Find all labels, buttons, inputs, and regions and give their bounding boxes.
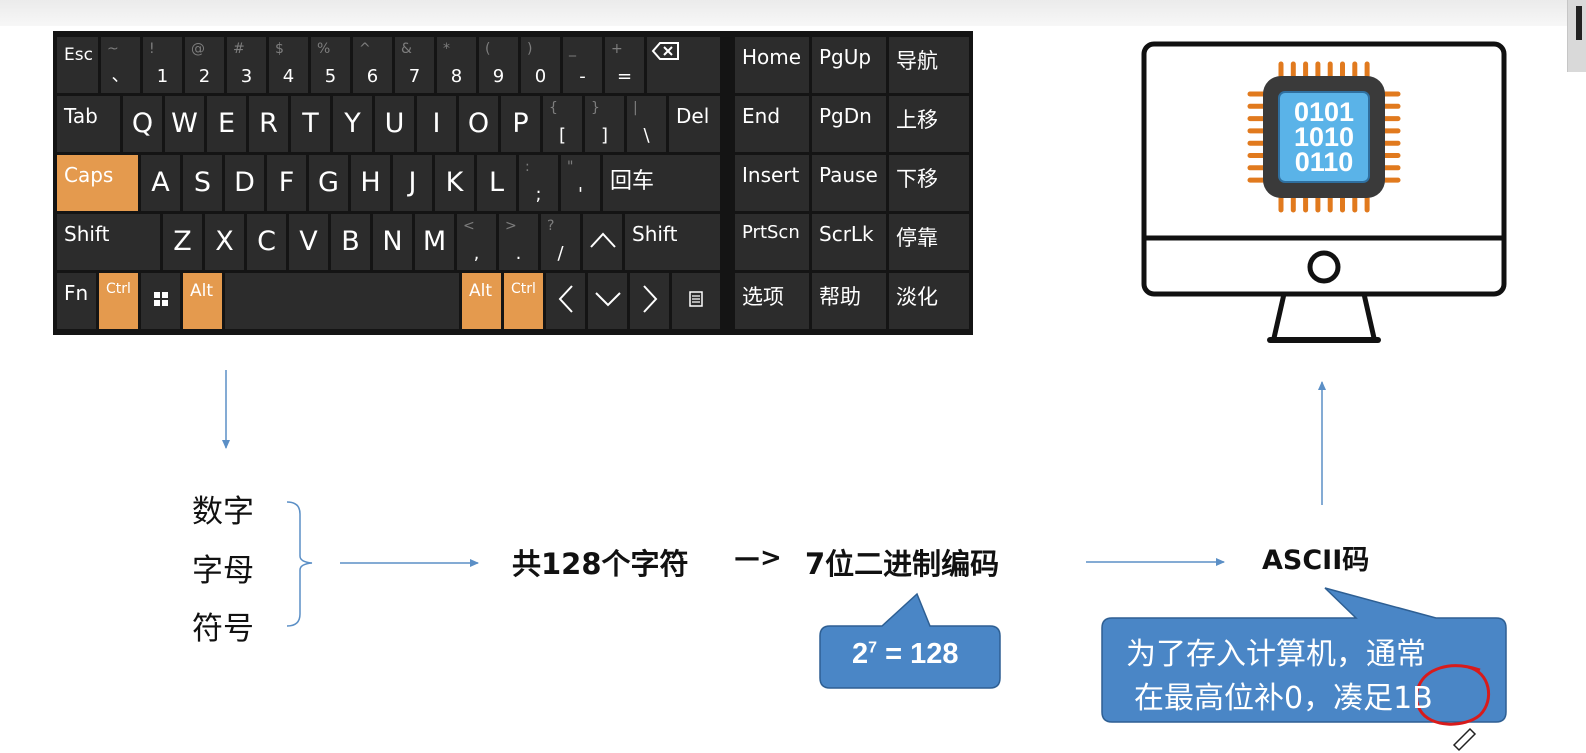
encoding-label: 7位二进制编码	[805, 547, 1000, 581]
arrow-text: —>	[734, 543, 782, 573]
callout-ascii-line-1: 为了存入计算机，通常	[1126, 637, 1426, 672]
group-numbers: 数字	[192, 494, 254, 530]
power-base: 2	[852, 638, 869, 670]
pen-cursor-icon	[1452, 727, 1477, 752]
group-symbols: 符号	[192, 611, 254, 647]
total-characters: 共128个字符	[512, 547, 689, 581]
ascii-label: ASCII码	[1262, 545, 1370, 576]
power-rest: = 128	[877, 638, 959, 670]
callout-power-text: 27 = 128	[852, 638, 958, 671]
power-exponent: 7	[868, 639, 878, 657]
brace-bracket	[286, 501, 313, 627]
group-letters: 字母	[192, 553, 254, 589]
callout-ascii-line-2: 在最高位补0，凑足1B	[1134, 681, 1433, 716]
